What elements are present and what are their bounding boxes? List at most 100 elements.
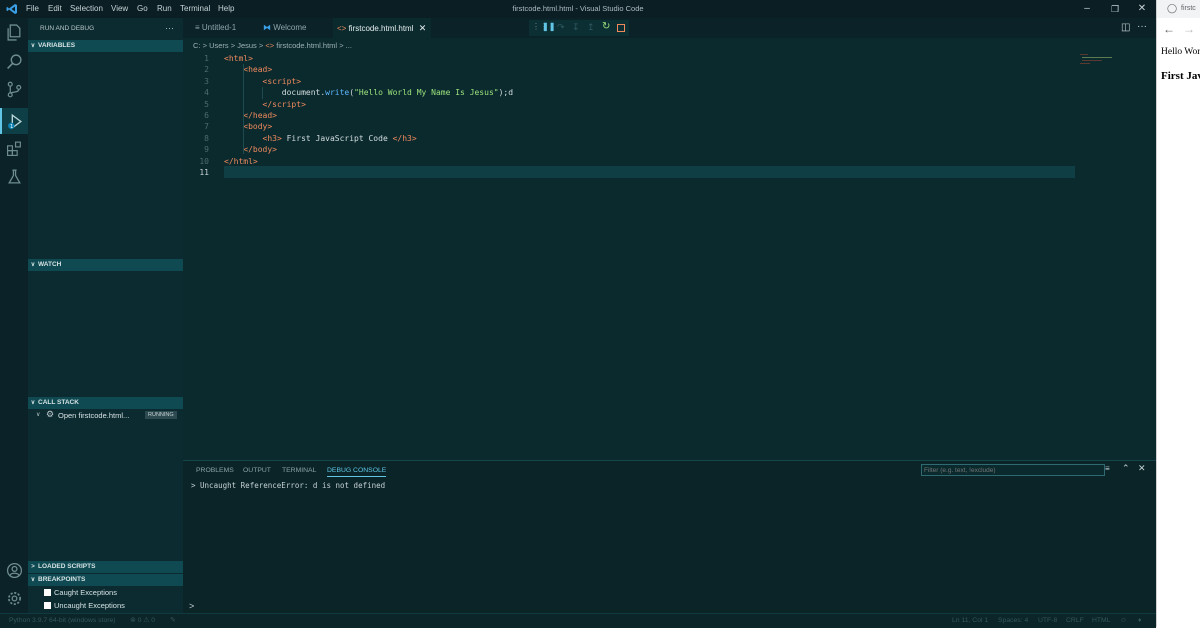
loaded-scripts-section-header[interactable]: > LOADED SCRIPTS (28, 561, 183, 573)
step-out-icon[interactable]: ↥ (587, 22, 595, 33)
testing-icon[interactable] (4, 166, 24, 186)
pause-icon[interactable]: ❚❚ (542, 22, 555, 31)
code-line[interactable]: 1 <html> (183, 53, 1073, 64)
tab-bar: ≡ Untitled-1 ⧓ Welcome <> firstcode.html… (183, 18, 1156, 38)
clear-console-icon[interactable]: ≡ (1105, 464, 1110, 473)
code-line[interactable]: 2 <head> (183, 64, 1073, 75)
step-over-icon[interactable]: ↷ (557, 22, 565, 33)
problems-count[interactable]: ⊗ 0 ⚠ 0 (130, 614, 155, 628)
stop-icon[interactable] (617, 24, 625, 32)
step-into-icon[interactable]: ↧ (572, 22, 580, 33)
watch-section-header[interactable]: ∨ WATCH (28, 259, 183, 271)
breadcrumb-drive[interactable]: C: (193, 41, 201, 50)
line-ending[interactable]: CRLF (1066, 614, 1084, 628)
code-line[interactable]: 5 </script> (183, 99, 1073, 110)
tab-label: Untitled-1 (201, 23, 237, 32)
breakpoints-section-label: BREAKPOINTS (38, 576, 86, 583)
search-icon[interactable] (4, 51, 24, 71)
code-line[interactable]: 9 </body> (183, 144, 1073, 155)
feedback-icon[interactable]: ☺ (1120, 614, 1127, 628)
watch-section-label: WATCH (38, 261, 62, 268)
tab-untitled-1[interactable]: ≡ Untitled-1 (187, 18, 257, 38)
tab-problems[interactable]: PROBLEMS (196, 467, 234, 474)
python-interpreter[interactable]: Python 3.9.7 64-bit (windows store) (9, 614, 116, 628)
settings-gear-icon[interactable] (4, 588, 24, 608)
console-filter-input[interactable] (921, 464, 1105, 476)
checkbox[interactable] (44, 602, 51, 609)
explorer-icon[interactable] (4, 22, 24, 42)
code-line[interactable]: 6 </head> (183, 110, 1073, 121)
more-actions-button[interactable]: ··· (165, 23, 174, 33)
more-icon[interactable]: ··· (1137, 21, 1147, 32)
chevron-down-icon: ∨ (30, 43, 36, 49)
title-bar: File Edit Selection View Go Run Terminal… (0, 0, 1156, 18)
breakpoint-label: Uncaught Exceptions (54, 601, 125, 610)
status-bar: Python 3.9.7 64-bit (windows store) ⊗ 0 … (0, 613, 1156, 628)
code-line[interactable]: 7 <body> (183, 121, 1073, 132)
activity-bar: 1 (0, 18, 28, 613)
close-panel-icon[interactable]: ✕ (1138, 463, 1146, 474)
breakpoints-section-header[interactable]: ∨ BREAKPOINTS (28, 574, 183, 586)
code-editor[interactable]: 1 <html> 2 <head> 3 <script> 4 document.writ… (183, 52, 1083, 202)
page-heading: First Jav (1161, 70, 1200, 82)
line-number: 11 (199, 168, 209, 177)
tab-output[interactable]: OUTPUT (243, 467, 271, 474)
minimap-line (1082, 60, 1102, 61)
breadcrumb-users[interactable]: Users (209, 41, 229, 50)
line-number: 5 (204, 99, 209, 109)
close-tab-icon[interactable]: ✕ (419, 23, 427, 33)
indentation[interactable]: Spaces: 4 (998, 614, 1028, 628)
html-file-icon: <> (337, 24, 347, 33)
tab-debug-console[interactable]: DEBUG CONSOLE (327, 467, 387, 477)
console-output-text: Uncaught ReferenceError: d is not define… (200, 481, 386, 490)
restore-icon[interactable]: ❐ (1108, 2, 1122, 16)
account-icon[interactable] (4, 560, 24, 580)
code-text: <h3> First JavaScript Code </h3> (262, 133, 417, 143)
call-stack-item[interactable]: ∨ ⚙ Open firstcode.html... RUNNING (36, 409, 181, 422)
editor-area: ≡ Untitled-1 ⧓ Welcome <> firstcode.html… (183, 18, 1156, 614)
chevron-down-icon: ∨ (36, 412, 41, 418)
breadcrumb-file[interactable]: firstcode.html.html (276, 41, 337, 50)
line-number: 4 (204, 88, 209, 98)
browser-tab[interactable]: ◯ firstc (1157, 0, 1200, 18)
extensions-icon[interactable] (4, 138, 24, 158)
checkbox[interactable] (44, 589, 51, 596)
notifications-bell-icon[interactable]: ♦ (1138, 614, 1141, 628)
call-stack-section-header[interactable]: ∨ CALL STACK (28, 397, 183, 409)
minimap-line (1082, 57, 1112, 58)
forward-arrow-icon[interactable]: → (1183, 22, 1195, 36)
tab-terminal[interactable]: TERMINAL (282, 467, 316, 474)
split-editor-icon[interactable]: ◫ (1121, 22, 1130, 33)
breadcrumb: C: > Users > Jesus > <> firstcode.html.h… (193, 41, 352, 50)
running-badge: RUNNING (145, 411, 177, 419)
tab-firstcode-html[interactable]: <> firstcode.html.html ✕ (333, 18, 431, 38)
tab-welcome[interactable]: ⧓ Welcome (257, 18, 333, 38)
line-number: 8 (204, 133, 209, 143)
code-line[interactable]: 8 <h3> First JavaScript Code </h3> (183, 133, 1073, 144)
code-line[interactable]: 3 <script> (183, 76, 1073, 87)
console-input[interactable]: > (189, 601, 1139, 611)
code-line[interactable]: 4 document.write("Hello World My Name Is… (183, 87, 1073, 98)
language-mode[interactable]: HTML (1092, 614, 1111, 628)
cursor-position[interactable]: Ln 11, Col 1 (952, 614, 988, 628)
console-prompt: > (189, 601, 195, 611)
encoding[interactable]: UTF-8 (1038, 614, 1057, 628)
minimize-icon[interactable]: – (1080, 2, 1094, 16)
svg-text:1: 1 (9, 123, 12, 129)
close-window-icon[interactable]: ✕ (1135, 2, 1149, 16)
call-stack-section-label: CALL STACK (38, 399, 79, 406)
variables-section-label: VARIABLES (38, 42, 76, 49)
breadcrumb-jesus[interactable]: Jesus (237, 41, 257, 50)
run-debug-icon[interactable]: 1 (0, 108, 28, 134)
live-share-icon[interactable]: ✎ (170, 614, 176, 628)
restart-icon[interactable]: ↻ (602, 21, 610, 32)
maximize-panel-icon[interactable]: ⌃ (1122, 463, 1130, 474)
breadcrumb-symbol[interactable]: ... (346, 41, 352, 50)
line-number: 1 (204, 54, 209, 63)
line-number: 9 (204, 145, 209, 155)
back-arrow-icon[interactable]: ← (1163, 22, 1175, 36)
vscode-window: File Edit Selection View Go Run Terminal… (0, 0, 1156, 628)
minimap[interactable] (1078, 52, 1138, 72)
variables-section-header[interactable]: ∨ VARIABLES (28, 40, 183, 52)
source-control-icon[interactable] (4, 79, 24, 99)
